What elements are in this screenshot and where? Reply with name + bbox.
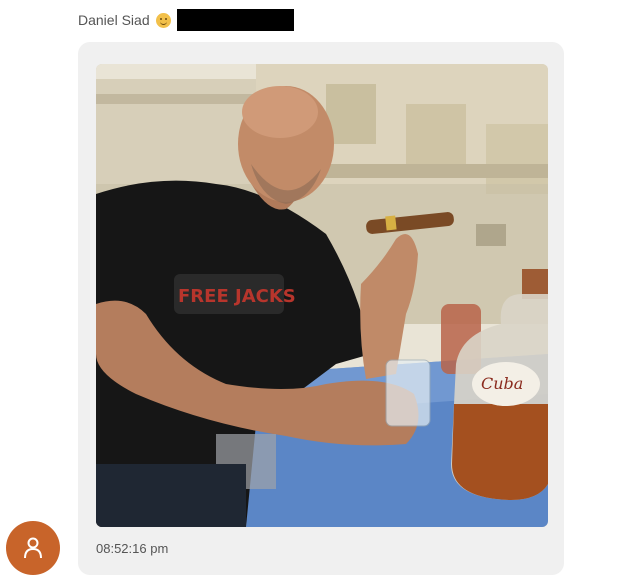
svg-text:FREE JACKS: FREE JACKS — [178, 286, 296, 307]
message-photo[interactable]: FREE JACKS Cuba — [96, 64, 548, 527]
svg-text:Cuba: Cuba — [481, 374, 523, 393]
smiling-face-emoji-icon — [155, 12, 171, 28]
message-header: Daniel Siad — [78, 9, 294, 31]
redacted-block — [176, 9, 294, 31]
message-timestamp: 08:52:16 pm — [96, 541, 169, 556]
user-icon — [24, 537, 42, 559]
sender-name: Daniel Siad — [78, 12, 150, 28]
avatar[interactable] — [6, 521, 60, 575]
chat-window: Daniel Siad FREE JACKS Cuba 08:52:16 pm — [0, 0, 640, 587]
